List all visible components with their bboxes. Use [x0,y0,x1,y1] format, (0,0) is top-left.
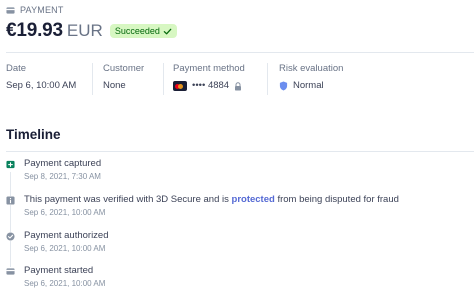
payment-summary: Date Sep 6, 10:00 AM Customer None Payme… [0,63,474,95]
timeline-item: Payment captured Sep 8, 2021, 7:30 AM [6,158,474,186]
card-last4: •••• 4884 [192,80,230,91]
risk-value[interactable]: Normal [279,80,343,92]
date-value-text: Sep 6, 10:00 AM [6,80,77,91]
lock-icon [235,81,242,90]
customer-label: Customer [103,63,145,74]
risk-value-text: Normal [293,80,324,91]
section-tag: PAYMENT [6,5,64,15]
payment-amount: €19.93 [6,20,63,41]
payment-currency: EUR [66,21,103,40]
date-label: Date [6,63,27,74]
check-circle-icon [6,232,15,241]
amount-row: €19.93 EUR Succeeded [6,20,177,42]
card-icon [6,267,15,276]
payment-method-label: Payment method [173,63,245,74]
card-icon [6,6,15,14]
timeline-item: Payment started Sep 6, 2021, 10:00 AM [6,265,474,293]
timeline-item: Payment authorized Sep 6, 2021, 10:00 AM [6,230,474,258]
summary-payment-method[interactable]: Payment method •••• 4884 [173,63,245,95]
mastercard-icon [173,81,187,91]
timeline-item-text: Payment captured [24,158,102,169]
timeline-item-text: Payment authorized [24,230,109,241]
timeline-item-text: Payment started [24,265,94,276]
payment-method-value[interactable]: •••• 4884 [173,80,245,92]
timeline-item-time: Sep 6, 2021, 10:00 AM [24,244,106,253]
summary-risk[interactable]: Risk evaluation Normal [279,63,343,95]
protected-link[interactable]: protected [232,194,275,205]
risk-label: Risk evaluation [279,63,344,74]
summary-separator [267,63,268,95]
section-label: PAYMENT [20,5,64,15]
status-badge-label: Succeeded [114,26,160,36]
timeline-item-time: Sep 6, 2021, 10:00 AM [24,208,106,217]
customer-value-text: None [103,80,126,91]
timeline-text-after: from being disputed for fraud [274,194,399,205]
timeline-item-text: This payment was verified with 3D Secure… [24,194,399,206]
checkmark-icon [163,28,172,34]
timeline-divider [6,151,474,152]
timeline-item-time: Sep 8, 2021, 7:30 AM [24,172,101,181]
date-value: Sep 6, 10:00 AM [6,80,76,92]
info-icon [6,196,15,205]
timeline-item-time: Sep 6, 2021, 10:00 AM [24,279,106,288]
summary-separator [163,63,164,95]
timeline-item: This payment was verified with 3D Secure… [6,194,474,222]
header-divider [6,52,474,53]
customer-value: None [103,80,144,92]
timeline-text-before: This payment was verified with 3D Secure… [24,194,232,205]
summary-separator [92,63,93,95]
timeline-title: Timeline [6,127,61,142]
summary-customer: Customer None [103,63,144,95]
shield-icon [279,81,288,91]
status-badge: Succeeded [109,24,177,38]
captured-icon [6,160,15,169]
summary-date: Date Sep 6, 10:00 AM [6,63,76,95]
